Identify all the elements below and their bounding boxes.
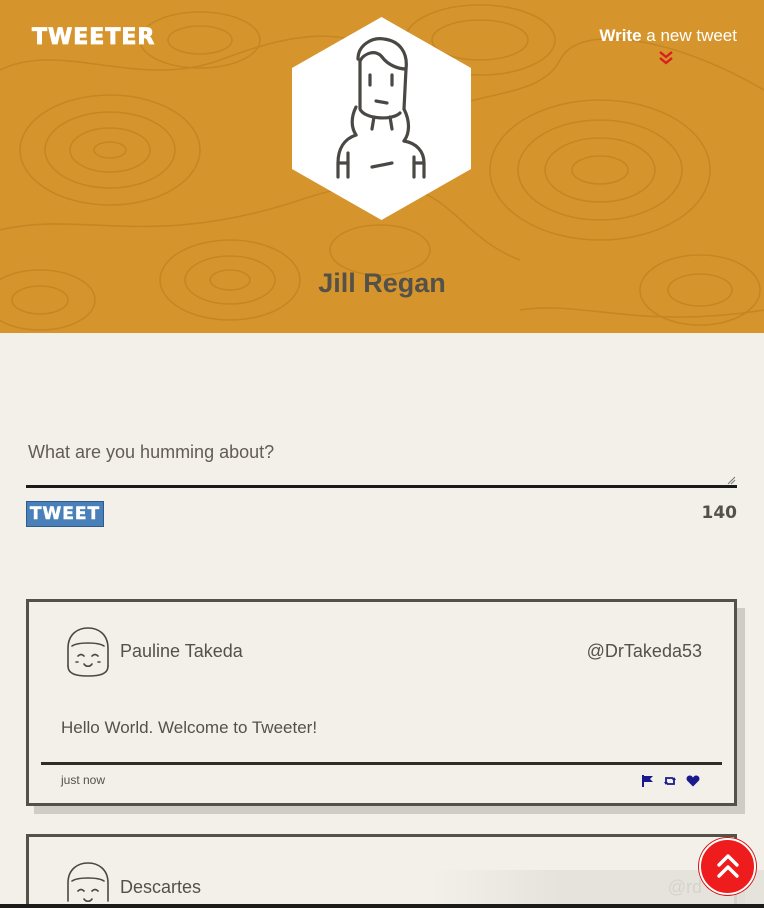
brand-logo[interactable]: TWEETER [32, 25, 155, 51]
profile-header: TWEETER Write a new tweet Jill Regan [0, 0, 764, 333]
window-bottom-edge [0, 904, 764, 908]
user-avatar [67, 627, 109, 677]
profile-name: Jill Regan [318, 268, 446, 298]
double-chevron-up-icon [717, 854, 739, 878]
tweet-author-handle[interactable]: @DrTakeda53 [587, 641, 702, 662]
tweet-divider [41, 762, 722, 765]
user-avatar [67, 862, 109, 903]
char-counter: 140 [701, 503, 738, 523]
write-link-strong: Write [599, 26, 642, 45]
profile-avatar [292, 17, 471, 220]
tweet-timestamp: just now [61, 773, 106, 787]
tweet-author-name[interactable]: Descartes [120, 877, 201, 898]
tweet-author-handle[interactable]: @rd [668, 877, 702, 898]
resize-grip-icon[interactable] [726, 475, 736, 485]
scroll-to-top-button[interactable] [699, 838, 756, 895]
retweet-icon[interactable] [663, 774, 677, 788]
heart-icon[interactable] [686, 774, 700, 788]
write-link-text: a new tweet [641, 26, 737, 45]
tweet-compose-input[interactable] [26, 428, 737, 488]
double-chevron-down-icon[interactable] [658, 50, 674, 66]
tweet-card: Pauline Takeda @DrTakeda53 Hello World. … [26, 599, 737, 806]
tweet-button[interactable]: TWEET [26, 501, 104, 527]
tweet-card: Descartes @rd [26, 834, 737, 908]
write-new-tweet-link[interactable]: Write a new tweet [599, 26, 737, 46]
flag-icon[interactable] [641, 774, 655, 788]
tweet-text: Hello World. Welcome to Tweeter! [61, 718, 318, 737]
tweet-author-name[interactable]: Pauline Takeda [120, 641, 243, 662]
